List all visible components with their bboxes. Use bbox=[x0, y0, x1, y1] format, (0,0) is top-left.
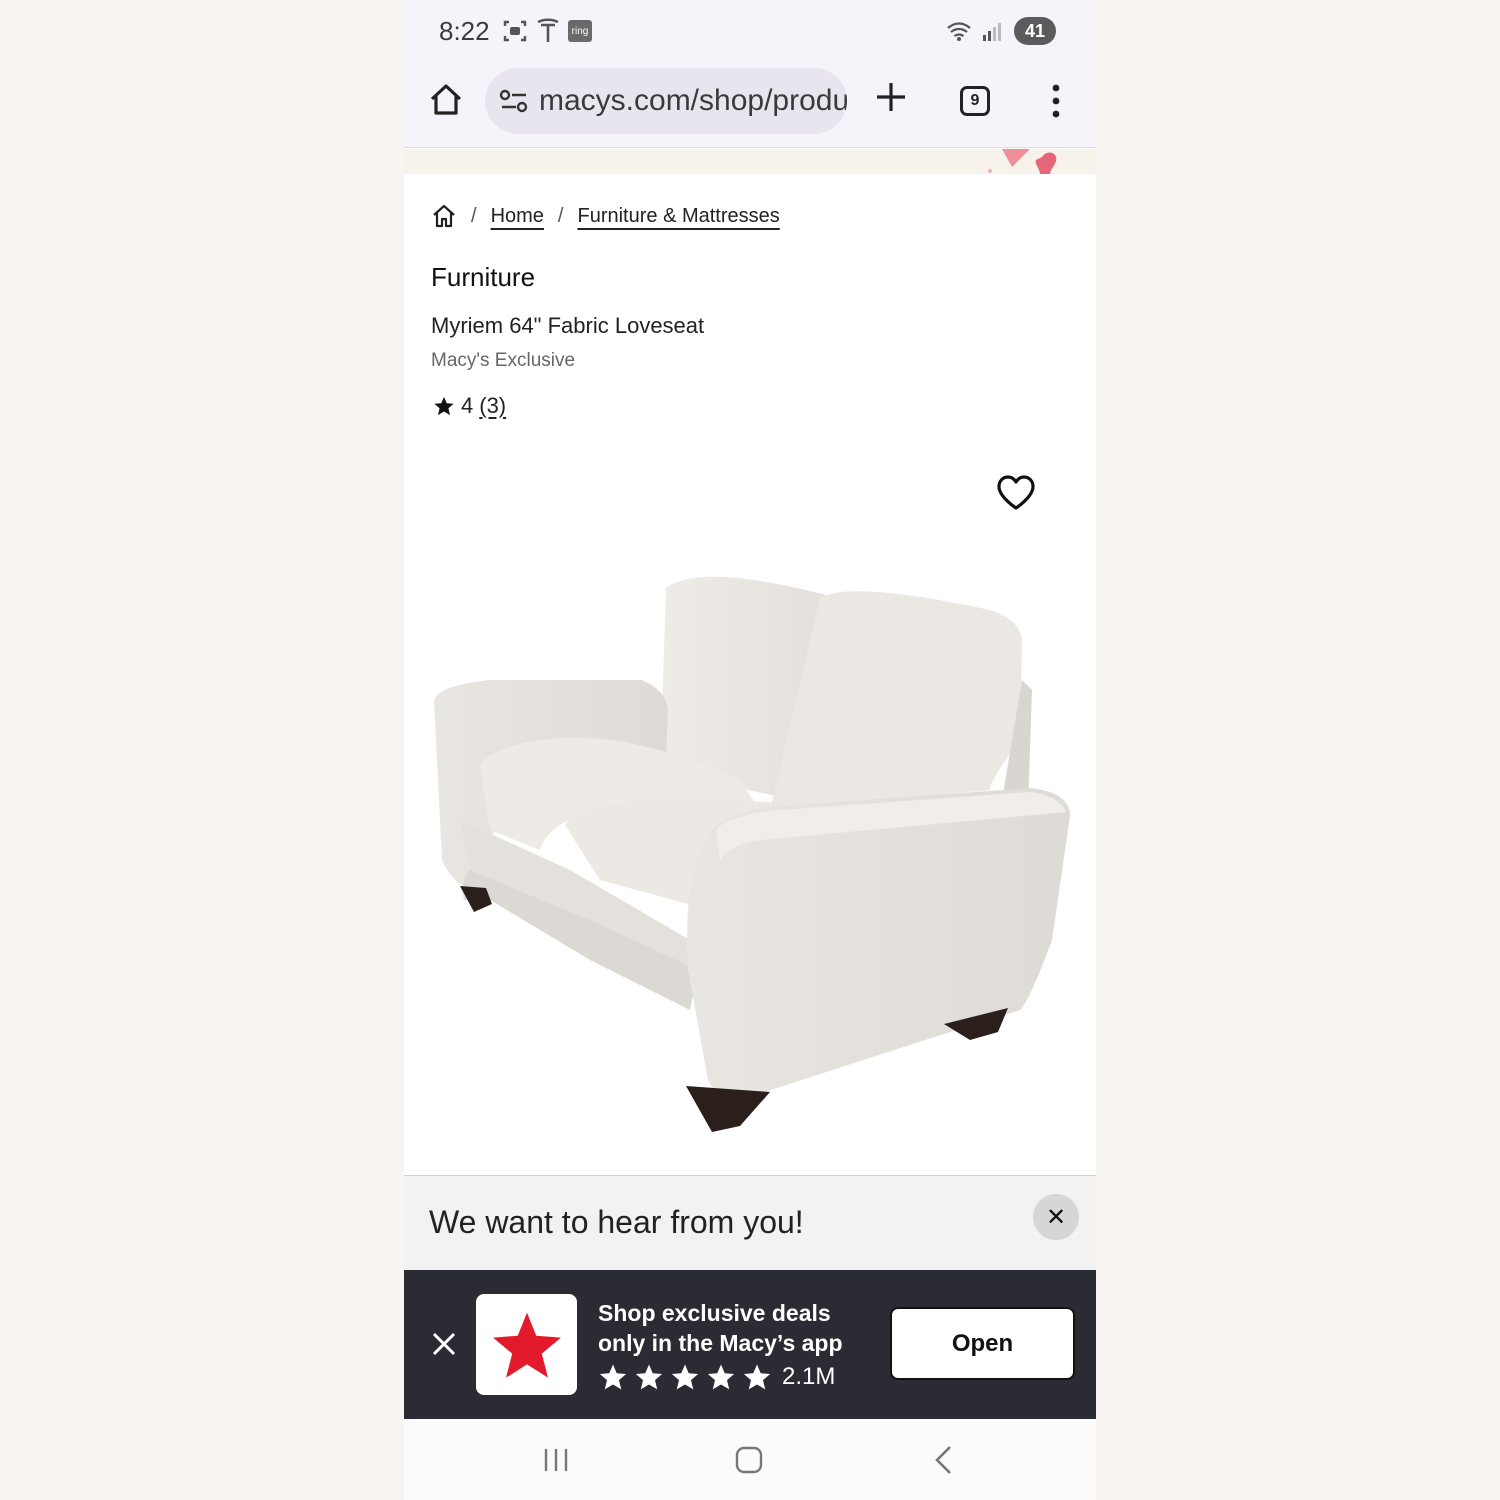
tab-switcher-button[interactable]: 9 bbox=[960, 86, 990, 116]
heart-icon[interactable] bbox=[996, 474, 1036, 512]
macys-app-logo bbox=[476, 1294, 577, 1395]
screenshot-icon bbox=[503, 20, 527, 42]
breadcrumb-furniture-link[interactable]: Furniture & Mattresses bbox=[577, 205, 779, 228]
product-title: Myriem 64" Fabric Loveseat bbox=[431, 313, 705, 338]
app-rating-count: 2.1M bbox=[782, 1363, 836, 1390]
status-bar: 8:22 ring 41 bbox=[404, 0, 1096, 66]
star-icon bbox=[599, 1364, 627, 1390]
open-app-button[interactable]: Open bbox=[890, 1307, 1075, 1380]
breadcrumb-home-icon[interactable] bbox=[431, 203, 457, 229]
product-rating[interactable]: 4 (3) bbox=[433, 393, 506, 419]
nav-home-icon[interactable] bbox=[735, 1446, 763, 1474]
breadcrumb-home-link[interactable]: Home bbox=[491, 205, 544, 228]
product-brand: Macy's Exclusive bbox=[431, 350, 576, 371]
star-icon bbox=[707, 1364, 735, 1390]
banner-line-2: only in the Macy’s app bbox=[598, 1330, 843, 1356]
breadcrumb-separator: / bbox=[471, 204, 477, 227]
star-icon bbox=[434, 396, 454, 416]
star-icon bbox=[671, 1364, 699, 1390]
macys-star-icon bbox=[492, 1312, 561, 1378]
system-nav-bar bbox=[404, 1419, 1096, 1500]
tesla-icon bbox=[537, 18, 559, 42]
nav-back-icon[interactable] bbox=[933, 1445, 953, 1475]
url-text: macys.com/shop/product/myriem bbox=[539, 84, 847, 117]
category-heading: Furniture bbox=[431, 262, 536, 292]
battery-indicator: 41 bbox=[1014, 17, 1056, 45]
address-bar[interactable]: macys.com/shop/product/myriem bbox=[485, 68, 847, 134]
rating-value: 4 bbox=[461, 393, 474, 418]
phone-screen: 8:22 ring 41 macys.com/shop/product/myri… bbox=[404, 0, 1096, 1500]
banner-text: Shop exclusive deals only in the Macy’s … bbox=[598, 1298, 843, 1358]
recent-apps-icon[interactable] bbox=[542, 1447, 570, 1473]
site-settings-icon[interactable] bbox=[499, 89, 529, 113]
browser-menu-icon[interactable] bbox=[1048, 84, 1064, 118]
promo-strip bbox=[404, 149, 1096, 174]
review-count[interactable]: (3) bbox=[479, 393, 506, 419]
star-icon bbox=[743, 1364, 771, 1390]
status-time: 8:22 bbox=[439, 16, 490, 46]
browser-home-icon[interactable] bbox=[428, 82, 464, 118]
ring-icon: ring bbox=[568, 20, 592, 42]
survey-title: We want to hear from you! bbox=[429, 1204, 804, 1240]
survey-close-button[interactable]: ✕ bbox=[1033, 1194, 1079, 1240]
banner-close-icon[interactable] bbox=[430, 1330, 458, 1358]
breadcrumb: / Home / Furniture & Mattresses bbox=[431, 203, 780, 229]
app-rating-stars: 2.1M bbox=[598, 1362, 835, 1392]
star-icon bbox=[635, 1364, 663, 1390]
breadcrumb-separator: / bbox=[557, 204, 564, 227]
signal-icon bbox=[983, 23, 1001, 41]
app-promo-banner: Shop exclusive deals only in the Macy’s … bbox=[404, 1270, 1096, 1419]
hearts-decoration bbox=[988, 149, 1057, 174]
product-image-loveseat[interactable] bbox=[430, 540, 1072, 1170]
browser-toolbar: macys.com/shop/product/myriem 9 bbox=[404, 66, 1096, 148]
new-tab-icon[interactable] bbox=[874, 80, 908, 114]
feedback-survey: We want to hear from you! ✕ bbox=[404, 1175, 1096, 1271]
wifi-icon bbox=[947, 22, 971, 41]
banner-line-1: Shop exclusive deals bbox=[598, 1300, 831, 1326]
